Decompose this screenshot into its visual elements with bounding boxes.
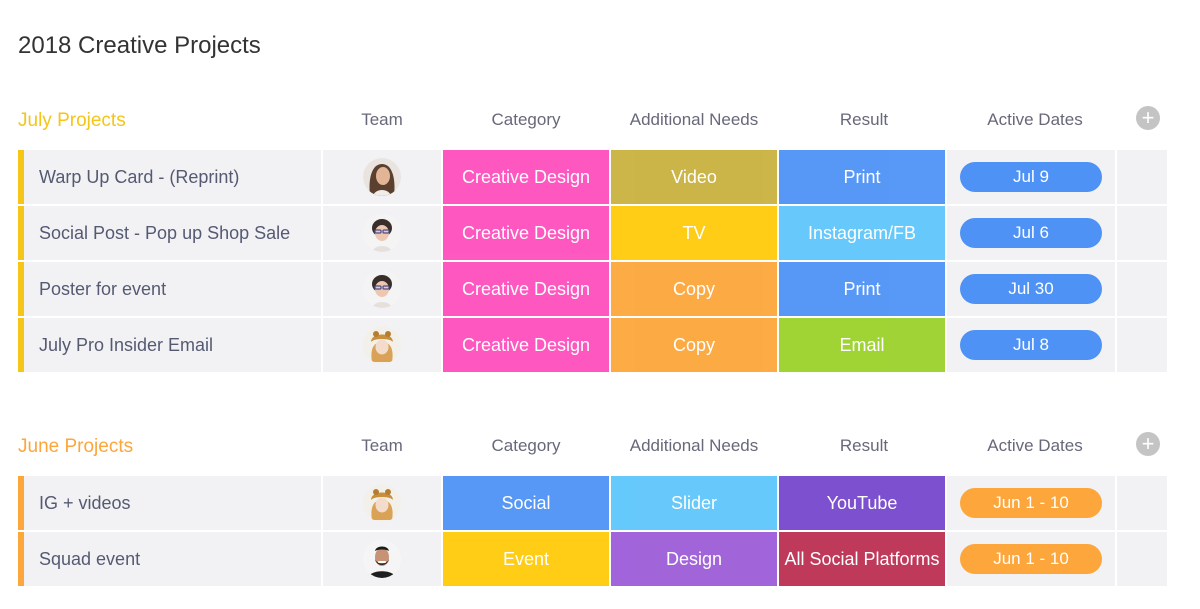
item-name-cell[interactable]: Squad event xyxy=(18,532,321,586)
board-title: 2018 Creative Projects xyxy=(18,32,261,59)
result-cell[interactable]: Print xyxy=(779,262,945,316)
empty-cell xyxy=(1117,150,1167,204)
empty-cell xyxy=(1117,206,1167,260)
date-range-pill[interactable]: Jul 9 xyxy=(960,162,1102,192)
item-name: Poster for event xyxy=(39,278,167,299)
table-row: Warp Up Card - (Reprint) Creative Design V… xyxy=(18,150,1178,204)
item-name-cell[interactable]: Poster for event xyxy=(18,262,321,316)
empty-cell xyxy=(1117,532,1167,586)
result-cell[interactable]: YouTube xyxy=(779,476,945,530)
column-header-active-dates[interactable]: Active Dates xyxy=(951,110,1119,130)
avatar xyxy=(363,158,401,196)
table-row: IG + videos Social Slider YouTube Jun 1 - 10 xyxy=(18,476,1178,530)
column-header-additional-needs[interactable]: Additional Needs xyxy=(611,110,777,130)
avatar xyxy=(363,484,401,522)
column-header-additional-needs[interactable]: Additional Needs xyxy=(611,436,777,456)
date-range-pill[interactable]: Jul 30 xyxy=(960,274,1102,304)
item-name: Squad event xyxy=(39,548,141,569)
item-name-cell[interactable]: July Pro Insider Email xyxy=(18,318,321,372)
avatar xyxy=(363,326,401,364)
table-row: Poster for event Creative Design Copy Print… xyxy=(18,262,1178,316)
item-name-cell[interactable]: Social Post - Pop up Shop Sale xyxy=(18,206,321,260)
result-cell[interactable]: Instagram/FB xyxy=(779,206,945,260)
active-dates-cell[interactable]: Jul 6 xyxy=(947,206,1115,260)
result-cell[interactable]: Print xyxy=(779,150,945,204)
group-title[interactable]: June Projects xyxy=(18,436,133,458)
column-header-team[interactable]: Team xyxy=(323,110,441,130)
item-name-cell[interactable]: IG + videos xyxy=(18,476,321,530)
empty-cell xyxy=(1117,318,1167,372)
active-dates-cell[interactable]: Jul 8 xyxy=(947,318,1115,372)
additional-needs-cell[interactable]: TV xyxy=(611,206,777,260)
category-cell[interactable]: Creative Design xyxy=(443,150,609,204)
empty-cell xyxy=(1117,476,1167,530)
group-header: June Projects Team Category Additional Need… xyxy=(18,424,1178,476)
column-header-result[interactable]: Result xyxy=(781,110,947,130)
table-row: July Pro Insider Email Creative Design Cop… xyxy=(18,318,1178,372)
avatar xyxy=(363,214,401,252)
column-header-team[interactable]: Team xyxy=(323,436,441,456)
date-range-pill[interactable]: Jun 1 - 10 xyxy=(960,544,1102,574)
add-column-icon[interactable]: + xyxy=(1136,432,1160,456)
date-range-pill[interactable]: Jul 6 xyxy=(960,218,1102,248)
column-header-category[interactable]: Category xyxy=(443,110,609,130)
group-july: July Projects Team Category Additional Need… xyxy=(18,98,1178,374)
item-name: Social Post - Pop up Shop Sale xyxy=(39,222,291,243)
table-row: Social Post - Pop up Shop Sale Creative D… xyxy=(18,206,1178,260)
group-title[interactable]: July Projects xyxy=(18,110,126,132)
category-cell[interactable]: Creative Design xyxy=(443,318,609,372)
item-name: Warp Up Card - (Reprint) xyxy=(39,166,240,187)
avatar xyxy=(363,540,401,578)
column-header-active-dates[interactable]: Active Dates xyxy=(951,436,1119,456)
category-cell[interactable]: Creative Design xyxy=(443,206,609,260)
category-cell[interactable]: Creative Design xyxy=(443,262,609,316)
additional-needs-cell[interactable]: Video xyxy=(611,150,777,204)
team-cell[interactable] xyxy=(323,262,441,316)
group-color-bar xyxy=(18,318,24,372)
item-name: July Pro Insider Email xyxy=(39,334,214,355)
additional-needs-cell[interactable]: Slider xyxy=(611,476,777,530)
column-header-result[interactable]: Result xyxy=(781,436,947,456)
group-june: June Projects Team Category Additional Need… xyxy=(18,424,1178,588)
date-range-pill[interactable]: Jun 1 - 10 xyxy=(960,488,1102,518)
active-dates-cell[interactable]: Jun 1 - 10 xyxy=(947,476,1115,530)
additional-needs-cell[interactable]: Design xyxy=(611,532,777,586)
table-row: Squad event Event Design All Social Platfor… xyxy=(18,532,1178,586)
result-cell[interactable]: All Social Platforms xyxy=(779,532,945,586)
avatar xyxy=(363,270,401,308)
active-dates-cell[interactable]: Jul 30 xyxy=(947,262,1115,316)
team-cell[interactable] xyxy=(323,476,441,530)
group-color-bar xyxy=(18,532,24,586)
additional-needs-cell[interactable]: Copy xyxy=(611,318,777,372)
item-name-cell[interactable]: Warp Up Card - (Reprint) xyxy=(18,150,321,204)
team-cell[interactable] xyxy=(323,206,441,260)
group-color-bar xyxy=(18,206,24,260)
group-color-bar xyxy=(18,262,24,316)
empty-cell xyxy=(1117,262,1167,316)
add-column-icon[interactable]: + xyxy=(1136,106,1160,130)
column-header-category[interactable]: Category xyxy=(443,436,609,456)
active-dates-cell[interactable]: Jun 1 - 10 xyxy=(947,532,1115,586)
category-cell[interactable]: Event xyxy=(443,532,609,586)
team-cell[interactable] xyxy=(323,318,441,372)
team-cell[interactable] xyxy=(323,150,441,204)
group-header: July Projects Team Category Additional Need… xyxy=(18,98,1178,150)
group-color-bar xyxy=(18,476,24,530)
additional-needs-cell[interactable]: Copy xyxy=(611,262,777,316)
category-cell[interactable]: Social xyxy=(443,476,609,530)
group-color-bar xyxy=(18,150,24,204)
result-cell[interactable]: Email xyxy=(779,318,945,372)
active-dates-cell[interactable]: Jul 9 xyxy=(947,150,1115,204)
team-cell[interactable] xyxy=(323,532,441,586)
item-name: IG + videos xyxy=(39,492,131,513)
date-range-pill[interactable]: Jul 8 xyxy=(960,330,1102,360)
